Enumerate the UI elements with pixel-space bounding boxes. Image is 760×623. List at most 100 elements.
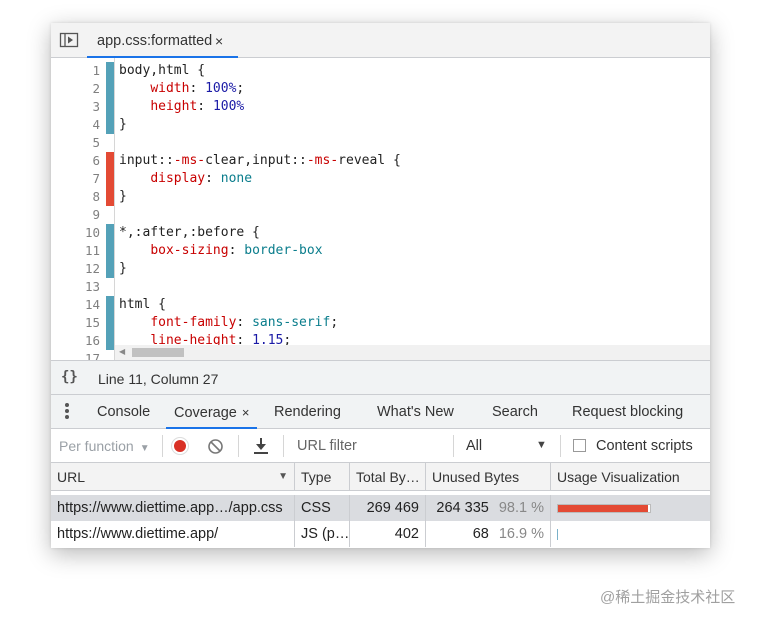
unused-coverage-marker: [106, 170, 114, 188]
line-number: 5: [92, 135, 100, 150]
granularity-select[interactable]: Per function ▼: [59, 438, 150, 454]
used-coverage-marker: [106, 116, 114, 134]
content-scripts-label: Content scripts: [596, 438, 693, 454]
content-scripts-checkbox[interactable]: [573, 439, 586, 452]
unused-bytes-cell: 68 16.9 %: [426, 521, 551, 547]
line-number: 4: [92, 117, 100, 132]
separator: [453, 435, 454, 457]
used-coverage-marker: [106, 260, 114, 278]
tab-rendering[interactable]: Rendering: [274, 395, 341, 429]
line-number: 14: [84, 297, 100, 312]
column-header-total-bytes[interactable]: Total By…: [350, 463, 426, 491]
column-header-usage-visualization[interactable]: Usage Visualization: [551, 463, 710, 491]
tab-request-blocking[interactable]: Request blocking: [572, 395, 683, 429]
line-number: 15: [84, 315, 100, 330]
tab-label: app.css:formatted: [97, 33, 213, 49]
code-line-8: }: [119, 189, 127, 204]
separator: [560, 435, 561, 457]
clear-icon[interactable]: [207, 438, 224, 455]
total-bytes-cell: 269 469: [350, 495, 426, 521]
used-coverage-marker: [106, 296, 114, 314]
used-coverage-marker: [106, 332, 114, 350]
code-line-3: height: 100%: [150, 99, 245, 114]
type-cell: CSS: [295, 495, 350, 521]
line-number: 6: [92, 153, 100, 168]
used-coverage-marker: [106, 80, 114, 98]
used-coverage-marker: [106, 242, 114, 260]
total-bytes-cell: 402: [350, 521, 426, 547]
tab-app-css-formatted[interactable]: app.css:formatted ×: [87, 23, 238, 58]
unused-bytes-cell: 264 335 98.1 %: [426, 495, 551, 521]
more-tools-icon[interactable]: [65, 403, 71, 421]
coverage-table: URL ▼ Type Total By… Unused Bytes Usage V…: [51, 463, 710, 548]
toggle-navigator-icon[interactable]: [59, 31, 79, 49]
type-cell: JS (p…: [295, 521, 350, 547]
unused-coverage-marker: [106, 152, 114, 170]
sort-descending-icon: ▼: [278, 471, 288, 482]
type-filter-select[interactable]: All ▼: [466, 438, 548, 454]
tab-search[interactable]: Search: [492, 395, 538, 429]
scrollbar-thumb[interactable]: [132, 348, 184, 357]
scroll-left-icon[interactable]: ◀: [119, 347, 125, 356]
column-header-url[interactable]: URL ▼: [51, 463, 295, 491]
usage-visualization-cell: [551, 495, 710, 521]
code-line-15: font-family: sans-serif;: [150, 315, 339, 330]
line-number: 17: [84, 351, 100, 360]
editor-tab-bar: app.css:formatted ×: [51, 23, 710, 58]
tab-whats-new[interactable]: What's New: [377, 395, 454, 429]
url-cell: https://www.diettime.app/: [51, 521, 295, 547]
separator: [162, 435, 163, 457]
line-number: 1: [92, 63, 100, 78]
devtools-window: app.css:formatted × 1 2 3 4 5 6 7 8 9 10 11 12 13 14 1…: [51, 23, 710, 548]
url-filter-input[interactable]: [291, 433, 441, 459]
export-icon[interactable]: [252, 436, 270, 456]
code-line-10: *,:after,:before {: [119, 225, 260, 240]
separator: [283, 435, 284, 457]
watermark: @稀土掘金技术社区: [600, 589, 736, 606]
code-line-6: input::-ms-clear,input::-ms-reveal {: [119, 153, 401, 168]
line-number: 7: [92, 171, 100, 186]
pretty-print-button[interactable]: {}: [61, 369, 78, 385]
url-cell: https://www.diettime.app…/app.css: [51, 495, 295, 521]
code-line-2: width: 100%;: [150, 81, 245, 96]
line-number: 16: [84, 333, 100, 348]
line-number: 13: [84, 279, 100, 294]
code-line-7: display: none: [150, 171, 253, 186]
used-coverage-marker: [106, 224, 114, 242]
close-icon[interactable]: ×: [242, 405, 250, 420]
unused-portion-bar: [558, 505, 648, 512]
line-number: 8: [92, 189, 100, 204]
table-row[interactable]: https://www.diettime.app/ JS (p… 402 68 1…: [51, 521, 710, 547]
dropdown-caret-icon: ▼: [139, 443, 150, 454]
separator: [238, 435, 239, 457]
record-icon: [174, 440, 186, 452]
line-number: 2: [92, 81, 100, 96]
code-line-12: }: [119, 261, 127, 276]
table-row[interactable]: https://www.diettime.app…/app.css CSS 26…: [51, 495, 710, 521]
horizontal-scrollbar[interactable]: ◀: [115, 345, 710, 360]
tab-coverage[interactable]: Coverage ×: [166, 395, 258, 429]
unused-coverage-marker: [106, 188, 114, 206]
used-coverage-marker: [106, 314, 114, 332]
dropdown-caret-icon: ▼: [536, 439, 547, 451]
line-number: 12: [84, 261, 100, 276]
code-line-4: }: [119, 117, 127, 132]
line-number: 3: [92, 99, 100, 114]
usage-bar: [557, 529, 558, 540]
code-line-11: box-sizing: border-box: [150, 243, 323, 258]
line-number: 9: [92, 207, 100, 222]
record-button[interactable]: [171, 437, 189, 455]
unused-percent: 98.1 %: [498, 500, 544, 516]
code-line-1: body,html {: [119, 63, 206, 78]
column-header-type[interactable]: Type: [295, 463, 350, 491]
code-editor[interactable]: 1 2 3 4 5 6 7 8 9 10 11 12 13 14 15 16 17 body,html { wi…: [51, 58, 710, 360]
code-line-14: html {: [119, 297, 166, 312]
close-icon[interactable]: ×: [215, 23, 223, 60]
drawer-tab-bar: Console Coverage × Rendering What's New S…: [51, 395, 710, 429]
unused-percent: 16.9 %: [498, 526, 544, 542]
usage-visualization-cell: [551, 521, 710, 547]
tab-console[interactable]: Console: [97, 395, 150, 429]
column-header-unused-bytes[interactable]: Unused Bytes: [426, 463, 551, 491]
cursor-position: Line 11, Column 27: [98, 371, 219, 387]
coverage-toolbar: Per function▼ All▼ Content scripts: [51, 429, 710, 463]
